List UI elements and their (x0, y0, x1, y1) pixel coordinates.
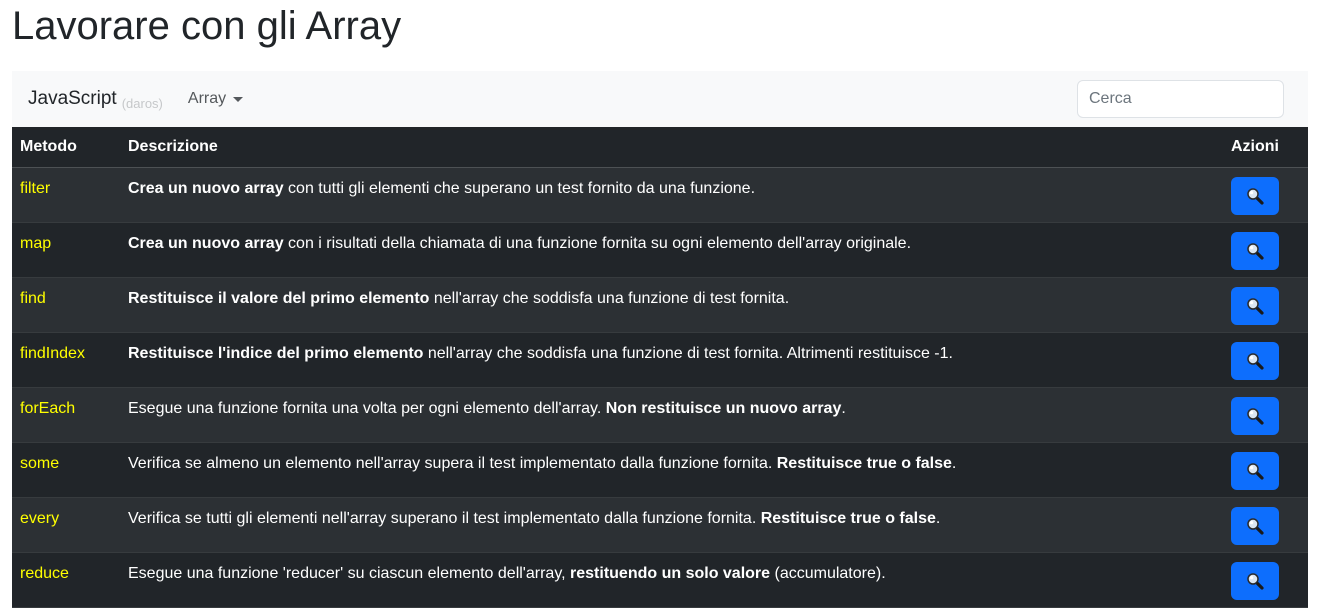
magnifier-icon (1247, 187, 1264, 205)
table-row: map Crea un nuovo array con i risultati d… (12, 222, 1308, 278)
view-button[interactable] (1231, 451, 1279, 490)
method-name: reduce (12, 552, 120, 608)
actions-cell (1223, 277, 1308, 333)
actions-cell (1223, 552, 1308, 608)
table-row: every Verifica se tutti gli elementi nell… (12, 497, 1308, 553)
description-bold-text: Restituisce il valore del primo elemento (128, 289, 430, 307)
view-button[interactable] (1231, 561, 1279, 600)
header-description: Descrizione (120, 127, 1223, 168)
method-name: findIndex (12, 332, 120, 388)
caret-down-icon (233, 96, 244, 102)
table-row: findIndex Restituisce l'indice del primo … (12, 332, 1308, 388)
method-name: forEach (12, 387, 120, 443)
method-description: Verifica se tutti gli elementi nell'arra… (120, 497, 1223, 553)
navbar: JavaScript (daros) Array (12, 71, 1308, 127)
method-description: Restituisce l'indice del primo elemento … (120, 332, 1223, 388)
navbar-brand[interactable]: JavaScript (daros) (28, 88, 163, 111)
description-bold-text: Crea un nuovo array (128, 179, 284, 197)
magnifier-icon (1247, 572, 1264, 590)
view-button[interactable] (1231, 506, 1279, 545)
methods-table: Metodo Descrizione Azioni filter Crea un … (12, 127, 1308, 608)
actions-cell (1223, 332, 1308, 388)
table-row: filter Crea un nuovo array con tutti gli … (12, 167, 1308, 223)
method-description: Esegue una funzione 'reducer' su ciascun… (120, 552, 1223, 608)
description-text: con i risultati della chiamata di una fu… (283, 234, 912, 252)
magnifier-icon (1247, 352, 1264, 370)
description-text: . (951, 454, 957, 472)
method-name: find (12, 277, 120, 333)
description-text: Verifica se tutti gli elementi nell'arra… (128, 509, 761, 527)
description-text: . (935, 509, 941, 527)
search-input[interactable] (1077, 80, 1284, 118)
method-description: Crea un nuovo array con i risultati dell… (120, 222, 1223, 278)
description-text: Esegue una funzione 'reducer' su ciascun… (128, 564, 571, 582)
header-actions: Azioni (1223, 127, 1308, 168)
table-row: some Verifica se almeno un elemento nell'… (12, 442, 1308, 498)
actions-cell (1223, 442, 1308, 498)
header-method: Metodo (12, 127, 120, 168)
array-dropdown[interactable]: Array (187, 90, 244, 108)
table-row: reduce Esegue una funzione 'reducer' su c… (12, 552, 1308, 608)
magnifier-icon (1247, 407, 1264, 425)
view-button[interactable] (1231, 176, 1279, 215)
magnifier-icon (1247, 297, 1264, 315)
description-text: nell'array che soddisfa una funzione di … (429, 289, 790, 307)
description-bold-text: Restituisce true o false (776, 454, 952, 472)
method-name: some (12, 442, 120, 498)
description-text: (accumulatore). (770, 564, 886, 582)
method-description: Crea un nuovo array con tutti gli elemen… (120, 167, 1223, 223)
view-button[interactable] (1231, 396, 1279, 435)
method-description: Esegue una funzione fornita una volta pe… (120, 387, 1223, 443)
actions-cell (1223, 222, 1308, 278)
description-text: Verifica se almeno un elemento nell'arra… (128, 454, 777, 472)
method-description: Verifica se almeno un elemento nell'arra… (120, 442, 1223, 498)
method-description: Restituisce il valore del primo elemento… (120, 277, 1223, 333)
description-text: Esegue una funzione fornita una volta pe… (128, 399, 606, 417)
description-bold-text: restituendo un solo valore (570, 564, 771, 582)
table-row: find Restituisce il valore del primo elem… (12, 277, 1308, 333)
actions-cell (1223, 387, 1308, 443)
description-bold-text: Restituisce true o false (760, 509, 936, 527)
magnifier-icon (1247, 517, 1264, 535)
brand-name: JavaScript (28, 88, 117, 109)
view-button[interactable] (1231, 341, 1279, 380)
method-name: map (12, 222, 120, 278)
dropdown-label: Array (187, 90, 227, 107)
table-header-row: Metodo Descrizione Azioni (12, 127, 1308, 168)
description-text: con tutti gli elementi che superano un t… (283, 179, 756, 197)
method-name: every (12, 497, 120, 553)
view-button[interactable] (1231, 286, 1279, 325)
description-bold-text: Non restituisce un nuovo array (605, 399, 842, 417)
actions-cell (1223, 167, 1308, 223)
method-name: filter (12, 167, 120, 223)
table-row: forEach Esegue una funzione fornita una v… (12, 387, 1308, 443)
view-button[interactable] (1231, 231, 1279, 270)
description-bold-text: Crea un nuovo array (128, 234, 284, 252)
description-text: nell'array che soddisfa una funzione di … (423, 344, 953, 362)
magnifier-icon (1247, 242, 1264, 260)
page-title: Lavorare con gli Array (12, 4, 402, 48)
magnifier-icon (1247, 462, 1264, 480)
brand-author: (daros) (121, 96, 163, 111)
description-bold-text: Restituisce l'indice del primo elemento (128, 344, 424, 362)
description-text: . (841, 399, 846, 417)
actions-cell (1223, 497, 1308, 553)
